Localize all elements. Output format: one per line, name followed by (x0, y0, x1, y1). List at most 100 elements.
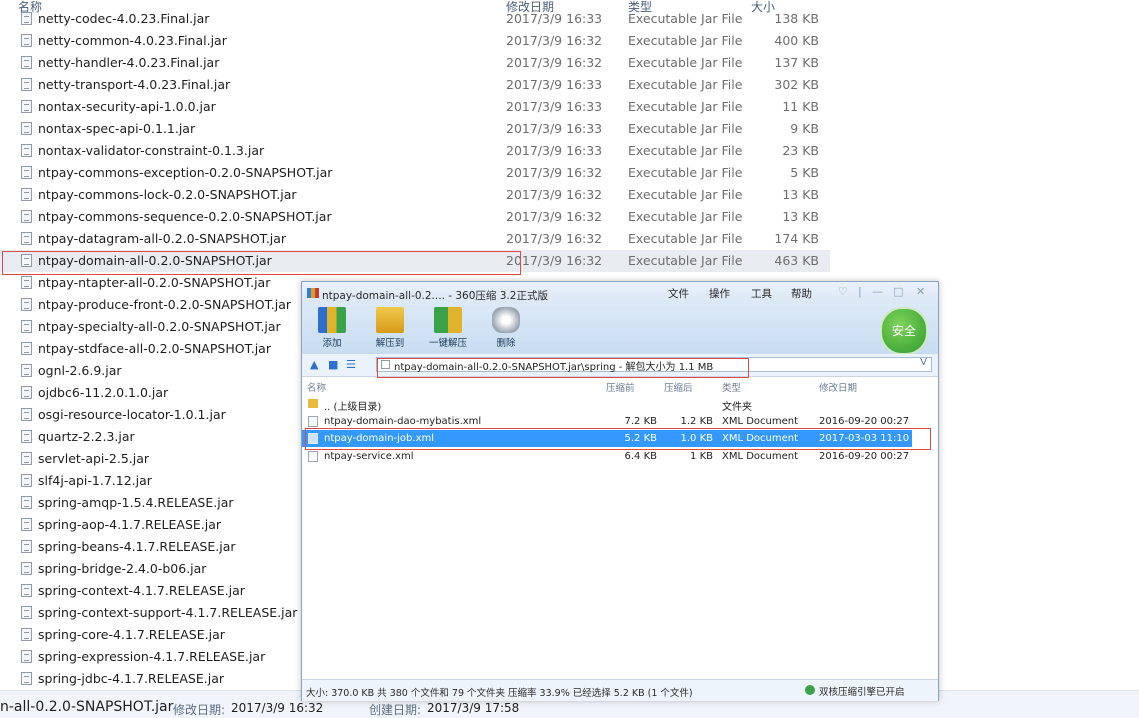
add-button[interactable]: 添加 (312, 306, 352, 349)
jar-file-icon (21, 34, 32, 47)
list-view-icon[interactable]: ☰ (346, 358, 356, 371)
delete-button-label: 删除 (496, 338, 516, 349)
archive-column-packed[interactable]: 压缩前 (606, 380, 635, 394)
file-row[interactable]: netty-codec-4.0.23.Final.jar 2017/3/9 16:… (0, 11, 830, 30)
file-size: 400 KB (774, 33, 819, 48)
file-row[interactable]: ntpay-commons-sequence-0.2.0-SNAPSHOT.ja… (0, 206, 830, 228)
archive-toolbar: 添加 解压到 一键解压 删除 (302, 304, 938, 354)
archive-cell-compressed: 1.0 KB (680, 433, 714, 444)
jar-file-icon (21, 276, 32, 289)
file-type: Executable Jar File (628, 77, 743, 92)
archive-status-text: 大小: 370.0 KB 共 380 个文件和 79 个文件夹 压缩率 33.9… (306, 688, 693, 699)
extract-to-button[interactable]: 解压到 (370, 306, 410, 349)
archive-status-bar: 大小: 370.0 KB 共 380 个文件和 79 个文件夹 压缩率 33.9… (302, 679, 938, 701)
file-name: osgi-resource-locator-1.0.1.jar (38, 407, 226, 422)
jar-file-icon (21, 232, 32, 245)
file-size: 463 KB (774, 253, 819, 268)
archive-path-field[interactable]: ntpay-domain-all-0.2.0-SNAPSHOT.jar\spri… (376, 357, 932, 373)
jar-file-icon (21, 100, 32, 113)
close-icon[interactable]: ✕ (916, 285, 925, 298)
up-arrow-icon[interactable]: ▲ (310, 358, 318, 371)
archive-column-modified[interactable]: 修改日期 (819, 380, 857, 394)
file-row[interactable]: netty-transport-4.0.23.Final.jar 2017/3/9… (0, 74, 830, 96)
archive-cell-name: ntpay-domain-job.xml (324, 433, 435, 444)
archive-column-type[interactable]: 类型 (722, 380, 741, 394)
file-name: spring-context-support-4.1.7.RELEASE.jar (38, 605, 298, 620)
chevron-down-icon[interactable]: V (920, 357, 927, 368)
archive-cell-type: 文件夹 (722, 402, 752, 413)
file-name: spring-context-4.1.7.RELEASE.jar (38, 583, 245, 598)
file-row[interactable]: nontax-spec-api-0.1.1.jar 2017/3/9 16:33 E… (0, 118, 830, 140)
file-size: 9 KB (790, 121, 819, 136)
file-name: netty-transport-4.0.23.Final.jar (38, 77, 231, 92)
archive-file-row[interactable]: ntpay-service.xml 6.4 KB 1 KB XML Document 2… (302, 448, 912, 465)
file-row[interactable]: ntpay-commons-exception-0.2.0-SNAPSHOT.j… (0, 162, 830, 184)
file-size: 13 KB (782, 209, 819, 224)
minimize-icon[interactable]: — (872, 285, 883, 298)
jar-file-icon (21, 144, 32, 157)
menu-tools[interactable]: 工具 (751, 286, 772, 301)
archive-file-icon (381, 360, 390, 369)
file-row[interactable]: netty-handler-4.0.23.Final.jar 2017/3/9 1… (0, 52, 830, 74)
archive-cell-modified: 2016-09-20 00:27 (819, 450, 910, 462)
skin-icon[interactable]: ♡ (838, 285, 848, 298)
file-type: Executable Jar File (628, 143, 743, 158)
check-circle-icon (805, 685, 815, 695)
file-row[interactable]: ntpay-commons-lock-0.2.0-SNAPSHOT.jar 201… (0, 184, 830, 206)
file-row[interactable]: nontax-validator-constraint-0.1.3.jar 201… (0, 140, 830, 162)
archive-cell-type: XML Document (722, 433, 799, 444)
archive-column-name[interactable]: 名称 (307, 380, 326, 394)
file-size: 13 KB (782, 187, 819, 202)
jar-file-icon (21, 364, 32, 377)
extract-to-icon (376, 307, 404, 333)
file-type: Executable Jar File (628, 231, 743, 246)
jar-file-icon (21, 342, 32, 355)
delete-icon (492, 307, 520, 333)
file-date: 2017/3/9 16:32 (506, 209, 603, 224)
file-row[interactable]: netty-common-4.0.23.Final.jar 2017/3/9 16… (0, 30, 830, 52)
xml-file-icon (308, 450, 318, 462)
file-date: 2017/3/9 16:33 (506, 77, 603, 92)
archive-cell-packed: 5.2 KB (624, 433, 658, 444)
file-row[interactable]: ntpay-datagram-all-0.2.0-SNAPSHOT.jar 201… (0, 228, 830, 250)
file-name: netty-common-4.0.23.Final.jar (38, 33, 227, 48)
jar-file-icon (21, 672, 32, 685)
status-modified-value: 2017/3/9 16:32 (231, 701, 324, 715)
archive-column-compressed[interactable]: 压缩后 (664, 380, 693, 394)
status-modified-label: 修改日期: (173, 703, 226, 717)
status-file-name: n-all-0.2.0-SNAPSHOT.jar (0, 699, 174, 715)
status-created-label: 创建日期: (369, 703, 422, 717)
file-row[interactable]: ntpay-domain-all-0.2.0-SNAPSHOT.jar 2017/… (0, 250, 830, 272)
file-name: ntpay-domain-all-0.2.0-SNAPSHOT.jar (38, 253, 272, 268)
file-name: ntpay-stdface-all-0.2.0-SNAPSHOT.jar (38, 341, 271, 356)
file-size: 11 KB (782, 99, 819, 114)
jar-file-icon (21, 430, 32, 443)
file-name: slf4j-api-1.7.12.jar (38, 473, 152, 488)
thumbnail-view-icon[interactable]: ■ (328, 358, 338, 371)
maximize-icon[interactable]: □ (893, 285, 903, 298)
jar-file-icon (21, 166, 32, 179)
file-date: 2017/3/9 16:32 (506, 187, 603, 202)
menu-file[interactable]: 文件 (668, 286, 689, 301)
dual-core-engine-status[interactable]: 双核压缩引擎已开启 (819, 684, 905, 698)
extract-to-label: 解压到 (375, 338, 405, 349)
file-name: ntpay-produce-front-0.2.0-SNAPSHOT.jar (38, 297, 291, 312)
file-name: ntpay-commons-exception-0.2.0-SNAPSHOT.j… (38, 165, 333, 180)
file-date: 2017/3/9 16:33 (506, 11, 603, 26)
file-name: spring-expression-4.1.7.RELEASE.jar (38, 649, 266, 664)
add-archive-icon (318, 307, 346, 333)
file-row[interactable]: nontax-security-api-1.0.0.jar 2017/3/9 16… (0, 96, 830, 118)
archive-title-bar[interactable]: ntpay-domain-all-0.2.... - 360压缩 3.2正式版 … (302, 282, 938, 304)
file-size: 174 KB (774, 231, 819, 246)
jar-file-icon (21, 518, 32, 531)
delete-button[interactable]: 删除 (486, 306, 526, 349)
menu-operate[interactable]: 操作 (709, 286, 730, 301)
archive-file-row[interactable]: .. (上级目录) 文件夹 (302, 395, 912, 413)
archive-file-row[interactable]: ntpay-domain-dao-mybatis.xml 7.2 KB 1.2 KB… (302, 413, 912, 430)
archive-cell-name: ntpay-domain-dao-mybatis.xml (324, 415, 482, 427)
menu-help[interactable]: 帮助 (791, 286, 812, 301)
security-shield-badge[interactable]: 安全 (880, 307, 928, 355)
jar-file-icon (21, 540, 32, 553)
one-click-extract-button[interactable]: 一键解压 (428, 306, 468, 349)
archive-file-row[interactable]: ntpay-domain-job.xml 5.2 KB 1.0 KB XML Docu… (302, 430, 912, 447)
